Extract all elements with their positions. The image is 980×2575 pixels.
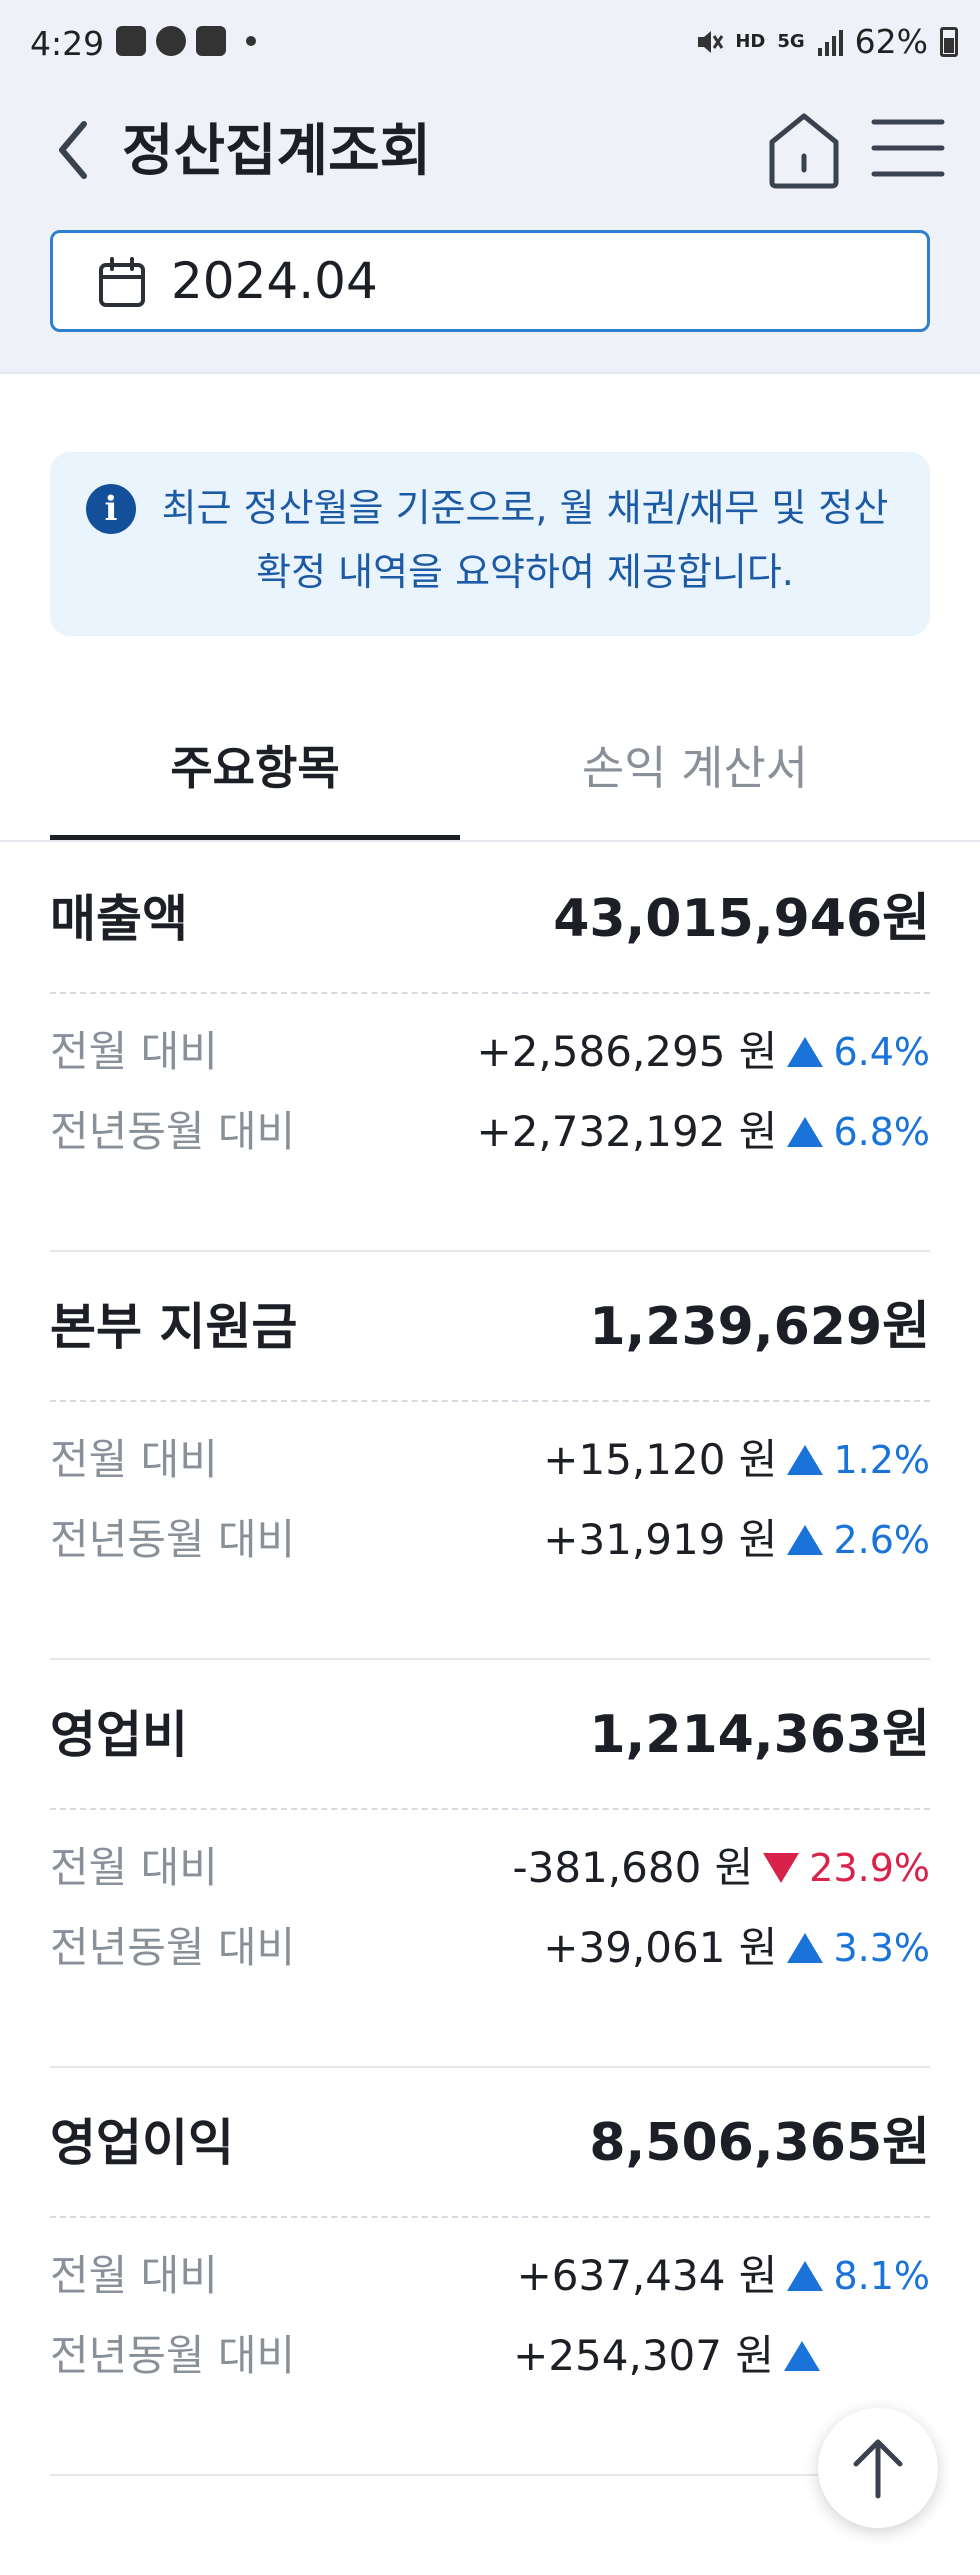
signal-icon xyxy=(817,29,843,56)
shopping-bag-icon xyxy=(196,26,226,56)
triangle-up-icon xyxy=(787,1525,824,1555)
triangle-up-icon xyxy=(787,1445,824,1475)
row-label: 전월 대비 xyxy=(50,2251,218,2300)
triangle-down-icon xyxy=(763,1853,800,1883)
row-amount: +15,120 원 xyxy=(543,1435,778,1484)
metric-total: 1,214,363원 xyxy=(589,1705,930,1765)
row-amount: +39,061 원 xyxy=(543,1923,778,1972)
row-label: 전월 대비 xyxy=(50,1027,218,1076)
battery-percent: 62% xyxy=(854,22,928,61)
triangle-up-icon xyxy=(784,2341,820,2371)
tab-income-statement[interactable]: 손익 계산서 xyxy=(490,706,900,840)
gallery-icon xyxy=(116,26,146,56)
row-amount: -381,680 원 xyxy=(512,1843,754,1892)
metric-name: 영업이익 xyxy=(50,2114,234,2172)
metric-header: 영업이익 8,506,365원 xyxy=(50,2068,930,2218)
status-time: 4:29 xyxy=(30,24,105,63)
metric-name: 본부 지원금 xyxy=(50,1298,298,1356)
scroll-to-top-button[interactable] xyxy=(818,2408,938,2528)
talk-icon xyxy=(156,26,186,56)
metric-row-prev-year: 전년동월 대비 +2,732,192 원 6.8% xyxy=(50,1092,930,1172)
tab-bar: 주요항목 손익 계산서 xyxy=(0,706,980,842)
battery-icon xyxy=(940,26,958,57)
hamburger-menu-icon[interactable] xyxy=(868,98,948,198)
row-amount: +2,732,192 원 xyxy=(476,1107,778,1156)
network-label: 5G xyxy=(777,30,805,52)
row-percent: 2.6% xyxy=(833,1518,930,1562)
metric-row-prev-year: 전년동월 대비 +254,307 원 xyxy=(50,2316,930,2396)
tab-main-items[interactable]: 주요항목 xyxy=(50,706,460,840)
row-label: 전년동월 대비 xyxy=(50,1107,296,1156)
row-amount: +254,307 원 xyxy=(513,2331,774,2380)
notice-text: 최근 정산월을 기준으로, 월 채권/채무 및 정산 확정 내역을 요약하여 제… xyxy=(161,486,889,594)
row-percent: 6.4% xyxy=(833,1030,930,1074)
row-percent: 8.1% xyxy=(833,2254,930,2298)
row-label: 전월 대비 xyxy=(50,1435,218,1484)
metric-row-prev-year: 전년동월 대비 +31,919 원 2.6% xyxy=(50,1500,930,1580)
row-percent: 23.9% xyxy=(809,1846,930,1890)
app-header: 정산집계조회 2024.04 xyxy=(0,92,980,374)
page-title: 정산집계조회 xyxy=(122,119,432,184)
row-percent: 6.8% xyxy=(833,1110,930,1154)
metric-row-prev-year: 전년동월 대비 +39,061 원 3.3% xyxy=(50,1908,930,1988)
metric-header: 본부 지원금 1,239,629원 xyxy=(50,1252,930,1402)
triangle-up-icon xyxy=(787,2261,824,2291)
metric-name: 영업비 xyxy=(50,1706,188,1764)
metric-operating-profit: 영업이익 8,506,365원 전월 대비 +637,434 원 8.1% 전년동… xyxy=(50,2068,930,2476)
triangle-up-icon xyxy=(787,1117,824,1147)
status-bar: 4:29 HD 5G 62% xyxy=(0,0,980,92)
row-label: 전년동월 대비 xyxy=(50,1923,296,1972)
metric-header: 매출액 43,015,946원 xyxy=(50,844,930,994)
row-percent: 3.3% xyxy=(833,1926,930,1970)
metric-name: 매출액 xyxy=(50,890,188,948)
hd-voice-label: HD xyxy=(735,30,766,52)
metric-row-prev-month: 전월 대비 -381,680 원 23.9% xyxy=(50,1828,930,1908)
info-notice: i 최근 정산월을 기준으로, 월 채권/채무 및 정산 확정 내역을 요약하여… xyxy=(50,452,930,636)
more-dot-icon xyxy=(246,36,256,46)
metric-row-prev-month: 전월 대비 +637,434 원 8.1% xyxy=(50,2236,930,2316)
metric-total: 8,506,365원 xyxy=(589,2113,930,2173)
triangle-up-icon xyxy=(787,1933,824,1963)
row-percent: 1.2% xyxy=(833,1438,930,1482)
triangle-up-icon xyxy=(787,1037,824,1067)
notification-icons xyxy=(116,26,256,56)
calendar-icon xyxy=(99,257,145,307)
home-icon[interactable] xyxy=(764,98,844,198)
metric-hq-support: 본부 지원금 1,239,629원 전월 대비 +15,120 원 1.2% 전년… xyxy=(50,1252,930,1660)
row-label: 전년동월 대비 xyxy=(50,1515,296,1564)
metric-total: 1,239,629원 xyxy=(589,1297,930,1357)
metric-row-prev-month: 전월 대비 +15,120 원 1.2% xyxy=(50,1420,930,1500)
metric-header: 영업비 1,214,363원 xyxy=(50,1660,930,1810)
metric-sales: 매출액 43,015,946원 전월 대비 +2,586,295 원 6.4% 전… xyxy=(50,844,930,1252)
month-selector[interactable]: 2024.04 xyxy=(50,230,930,332)
arrow-up-icon xyxy=(853,2439,903,2499)
row-label: 전월 대비 xyxy=(50,1843,218,1892)
row-label: 전년동월 대비 xyxy=(50,2331,296,2380)
metric-row-prev-month: 전월 대비 +2,586,295 원 6.4% xyxy=(50,1012,930,1092)
row-amount: +637,434 원 xyxy=(516,2251,778,2300)
metric-operating-expense: 영업비 1,214,363원 전월 대비 -381,680 원 23.9% 전년동… xyxy=(50,1660,930,2068)
row-amount: +31,919 원 xyxy=(543,1515,778,1564)
row-amount: +2,586,295 원 xyxy=(476,1027,778,1076)
metric-total: 43,015,946원 xyxy=(553,889,930,949)
system-icons: HD 5G 62% xyxy=(695,22,958,61)
selected-month: 2024.04 xyxy=(171,252,378,310)
back-arrow-icon[interactable] xyxy=(48,110,98,190)
mute-icon xyxy=(698,30,724,53)
info-icon: i xyxy=(86,484,136,534)
